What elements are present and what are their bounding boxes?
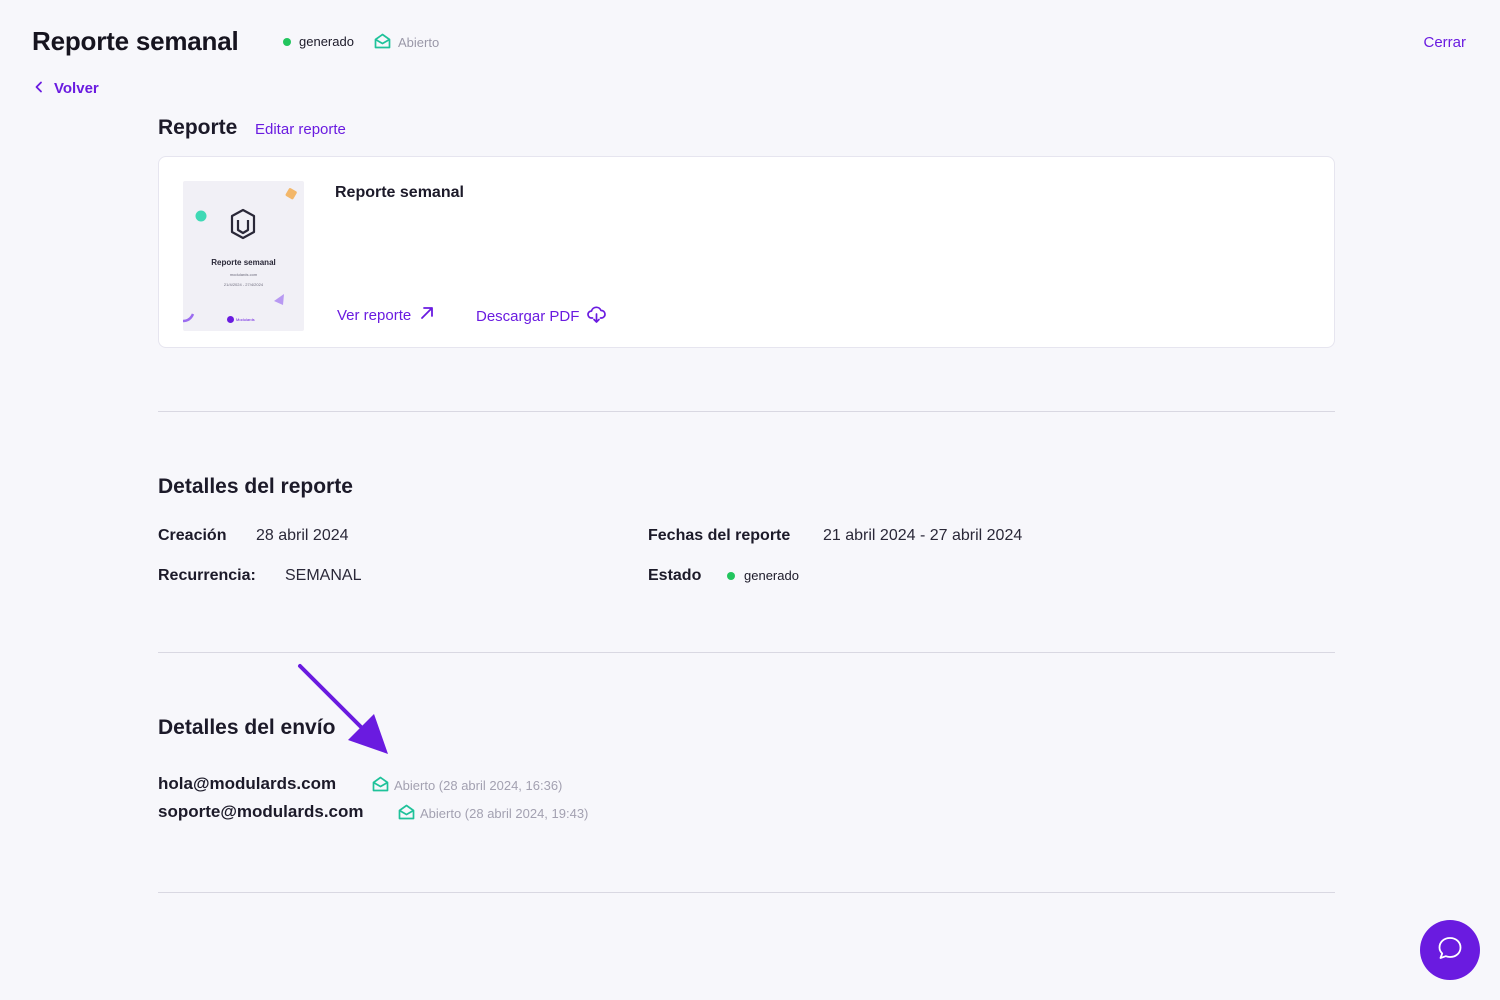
details-section-title: Detalles del reporte — [158, 475, 353, 498]
report-card: Reporte semanal modulards.com 21/4/2024 … — [158, 156, 1335, 348]
envelope-open-icon — [398, 804, 415, 823]
thumbnail-brand-label: Modulards — [236, 317, 255, 322]
page-title: Reporte semanal — [32, 26, 239, 56]
download-pdf-label: Descargar PDF — [476, 308, 580, 325]
recurrence-value: SEMANAL — [285, 567, 362, 584]
close-link[interactable]: Cerrar — [1423, 34, 1466, 51]
chevron-left-icon — [34, 80, 44, 97]
header-open-label: Abierto — [398, 35, 440, 50]
status-dot-icon — [727, 571, 735, 580]
creation-value: 28 abril 2024 — [256, 527, 349, 544]
report-section-title: Reporte — [158, 116, 238, 139]
edit-report-link[interactable]: Editar reporte — [255, 121, 346, 138]
thumbnail-subtitle: modulards.com — [229, 272, 258, 277]
status-dot-icon — [283, 37, 291, 46]
envelope-open-icon — [374, 33, 391, 52]
annotation-arrow-icon — [290, 656, 400, 771]
creation-label: Creación — [158, 527, 227, 544]
report-dates-label: Fechas del reporte — [648, 527, 791, 544]
report-card-name: Reporte semanal — [335, 184, 464, 201]
view-report-label: Ver reporte — [337, 306, 412, 324]
brand-logo-icon — [227, 316, 234, 323]
view-report-button[interactable]: Ver reporte — [337, 305, 435, 325]
status-label: Estado — [648, 567, 702, 584]
download-pdf-button[interactable]: Descargar PDF — [476, 305, 607, 328]
recipient-open-status: Abierto (28 abril 2024, 16:36) — [372, 776, 562, 795]
divider — [158, 892, 1335, 893]
thumbnail-brand: Modulards — [227, 316, 255, 323]
thumbnail-decoration-icon — [183, 188, 297, 323]
status-badge: generado — [727, 568, 799, 583]
arrow-up-right-icon — [419, 305, 435, 325]
back-link[interactable]: Volver — [34, 80, 99, 97]
header-status-label: generado — [299, 34, 354, 49]
status-value: generado — [744, 568, 799, 583]
recipient-email: hola@modulards.com — [158, 774, 337, 793]
recurrence-label: Recurrencia: — [158, 567, 256, 584]
cloud-download-icon — [587, 305, 607, 328]
divider — [158, 411, 1335, 412]
header-open-badge: Abierto — [374, 33, 439, 52]
chat-button[interactable] — [1420, 920, 1480, 980]
recipient-open-status: Abierto (28 abril 2024, 19:43) — [398, 804, 588, 823]
report-thumbnail[interactable]: Reporte semanal modulards.com 21/4/2024 … — [183, 181, 304, 331]
report-detail-page: Reporte semanal generado Abierto Cerrar … — [0, 0, 1500, 1000]
recipient-open-label: Abierto (28 abril 2024, 16:36) — [394, 778, 563, 793]
recipient-open-label: Abierto (28 abril 2024, 19:43) — [420, 806, 589, 821]
thumbnail-title: Reporte semanal — [211, 258, 276, 267]
envelope-open-icon — [372, 776, 389, 795]
thumbnail-dates: 21/4/2024 - 27/4/2024 — [223, 282, 264, 287]
divider — [158, 652, 1335, 653]
recipient-email: soporte@modulards.com — [158, 802, 364, 821]
chat-bubble-icon — [1436, 934, 1464, 967]
report-dates-value: 21 abril 2024 - 27 abril 2024 — [823, 527, 1023, 544]
back-label: Volver — [54, 80, 99, 97]
header-status-badge: generado — [283, 34, 354, 49]
